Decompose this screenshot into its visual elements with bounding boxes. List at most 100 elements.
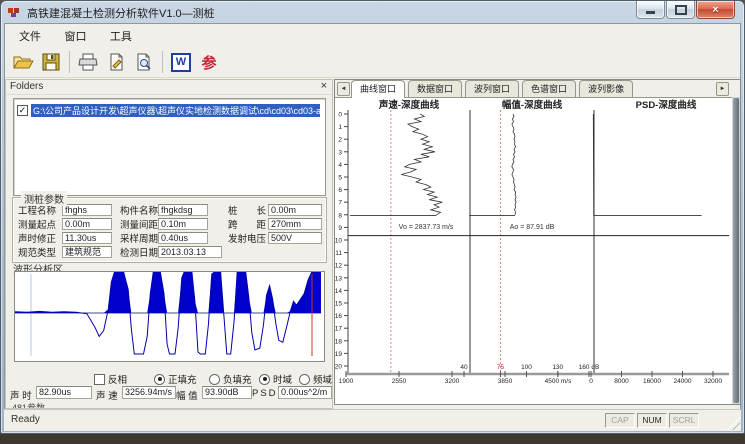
param-value: 建筑规范	[62, 246, 112, 258]
params-button[interactable]: 参	[196, 49, 222, 75]
titlebar[interactable]: 高铁建混凝土检测分析软件V1.0—测桩 ×	[1, 1, 744, 23]
params-row: 测量起点 0.00m 测量间距 0.10m 跨 距 270mm	[13, 217, 326, 230]
checkbox-icon	[94, 374, 105, 385]
sound-speed-field[interactable]: 3256.94m/s	[122, 386, 176, 399]
param-value: fhghs	[62, 204, 112, 216]
resize-grip[interactable]	[727, 417, 740, 430]
close-icon: ×	[712, 4, 718, 16]
folder-item-checkbox[interactable]: ✓	[17, 105, 28, 116]
svg-text:4500 m/s: 4500 m/s	[545, 378, 572, 385]
tab-scroll-left-icon[interactable]: ◄	[337, 82, 350, 96]
window-controls: ×	[635, 1, 735, 19]
floppy-icon	[42, 53, 60, 71]
param-value: 0.00m	[268, 204, 322, 216]
svg-text:32000: 32000	[704, 378, 722, 385]
preview-icon	[135, 53, 153, 71]
params-row: 声时修正 11.30us 采样周期 0.40us 发射电压 500V	[13, 231, 326, 244]
radio-icon	[209, 374, 220, 385]
app-window: 高铁建混凝土检测分析软件V1.0—测桩 × 文件 窗口 工具	[0, 0, 745, 434]
svg-text:2: 2	[338, 137, 342, 144]
word-icon: W	[171, 53, 191, 72]
svg-text:130: 130	[552, 364, 563, 371]
tab-spectrum-window[interactable]: 色谱窗口	[522, 80, 576, 97]
param-label: 发射电压	[228, 231, 268, 245]
param-value: fhgkdsg	[158, 204, 208, 216]
statusbar: Ready CAP NUM SCRL	[4, 409, 741, 431]
scroll-lock-indicator: SCRL	[669, 413, 699, 428]
minimize-button[interactable]	[636, 1, 665, 19]
num-lock-indicator: NUM	[637, 413, 667, 428]
tab-data-window[interactable]: 数据窗口	[408, 80, 462, 97]
tab-curve-window[interactable]: 曲线窗口	[351, 80, 405, 98]
svg-text:0: 0	[338, 112, 342, 119]
maximize-button[interactable]	[666, 1, 695, 19]
depth-curves-chart[interactable]: 声速-深度曲线幅值-深度曲线PSD-深度曲线012345678910111213…	[335, 97, 732, 402]
status-text: Ready	[11, 414, 40, 425]
tab-wavetrain-window[interactable]: 波列窗口	[465, 80, 519, 97]
folders-close-icon[interactable]: ×	[321, 80, 327, 92]
params-row: 规范类型 建筑规范 检测日期 2013.03.13	[13, 245, 326, 258]
param-label: 构件名称	[120, 203, 158, 217]
tab-scroll-right-icon[interactable]: ►	[716, 82, 729, 96]
svg-text:24000: 24000	[673, 378, 691, 385]
folders-panel: Folders × ✓ G:\公司产品设计开发\超声仪器\超声仪实地检测数据调试…	[5, 79, 333, 409]
waveform-controls: 反相 正填充 负填充 时域 频域	[6, 372, 332, 385]
svg-text:12: 12	[335, 263, 342, 270]
svg-text:5: 5	[338, 175, 342, 182]
freq-domain-radio[interactable]: 频域	[299, 372, 332, 386]
invert-checkbox[interactable]: 反相	[94, 372, 127, 386]
app-icon	[8, 6, 22, 18]
print-preview-button[interactable]	[131, 49, 157, 75]
svg-text:17: 17	[335, 326, 342, 333]
svg-text:1: 1	[338, 124, 342, 131]
save-button[interactable]	[38, 49, 64, 75]
waveform-box[interactable]	[14, 271, 325, 362]
folder-list[interactable]: ✓ G:\公司产品设计开发\超声仪器\超声仪实地检测数据调试\cd\cd03\c…	[13, 98, 326, 196]
param-value: 500V	[268, 232, 322, 244]
param-value: 2013.03.13	[158, 246, 222, 258]
radio-selected-icon	[259, 374, 270, 385]
menubar: 文件 窗口 工具	[5, 26, 740, 46]
word-export-button[interactable]: W	[168, 49, 194, 75]
close-button[interactable]: ×	[696, 1, 735, 19]
open-button[interactable]	[10, 49, 36, 75]
svg-text:8: 8	[338, 212, 342, 219]
folder-item[interactable]: ✓ G:\公司产品设计开发\超声仪器\超声仪实地检测数据调试\cd\cd03\c…	[17, 104, 323, 117]
printer-icon	[78, 53, 98, 71]
minimize-icon	[646, 11, 655, 14]
toolbar-separator	[162, 51, 163, 73]
svg-text:7: 7	[338, 200, 342, 207]
param-value: 270mm	[268, 218, 322, 230]
chart-vertical-scrollbar[interactable]	[732, 97, 740, 404]
amplitude-label: 幅 值	[176, 388, 198, 402]
menu-window[interactable]: 窗口	[59, 26, 91, 46]
menu-tools[interactable]: 工具	[105, 26, 137, 46]
chart-tabstrip: ◄ 曲线窗口 数据窗口 波列窗口 色谱窗口 波列影像 ►	[335, 80, 740, 98]
amplitude-field[interactable]: 93.90dB	[202, 386, 252, 399]
sound-time-label: 声 时	[10, 388, 32, 402]
sound-speed-label: 声 速	[96, 388, 118, 402]
chart-panel: ◄ 曲线窗口 数据窗口 波列窗口 色谱窗口 波列影像 ► 声速-深度曲线幅值-深…	[334, 79, 741, 405]
svg-text:3: 3	[338, 149, 342, 156]
svg-text:19: 19	[335, 351, 342, 358]
svg-text:1900: 1900	[339, 378, 354, 385]
print-setup-button[interactable]	[103, 49, 129, 75]
fill-negative-radio[interactable]: 负填充	[209, 372, 252, 386]
svg-text:160 dB: 160 dB	[579, 364, 600, 371]
tab-wavetrain-image[interactable]: 波列影像	[579, 80, 633, 97]
time-domain-radio[interactable]: 时域	[259, 372, 292, 386]
sound-time-field[interactable]: 82.90us	[36, 386, 92, 399]
svg-text:Vo = 2837.73 m/s: Vo = 2837.73 m/s	[399, 224, 454, 231]
svg-text:Ao = 87.91 dB: Ao = 87.91 dB	[510, 224, 555, 231]
fill-positive-radio[interactable]: 正填充	[154, 372, 197, 386]
psd-field[interactable]: 0.00us^2/m	[278, 386, 332, 399]
invert-label: 反相	[108, 372, 127, 386]
scrollbar-thumb[interactable]	[733, 98, 739, 403]
params-char-icon: 参	[201, 52, 216, 73]
status-indicators: CAP NUM SCRL	[605, 413, 699, 428]
svg-text:4: 4	[338, 162, 342, 169]
menu-file[interactable]: 文件	[14, 26, 46, 46]
svg-text:PSD-深度曲线: PSD-深度曲线	[636, 99, 697, 111]
svg-text:3850: 3850	[498, 378, 513, 385]
print-button[interactable]	[75, 49, 101, 75]
